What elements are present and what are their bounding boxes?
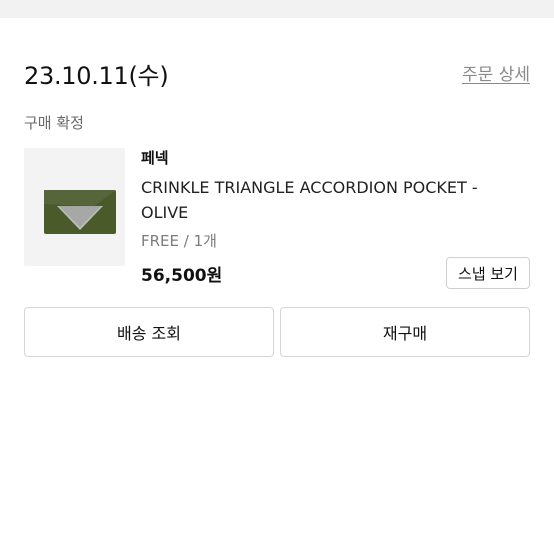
order-header: 23.10.11(수) 주문 상세 (24, 56, 530, 90)
product-price: 56,500원 (141, 266, 223, 286)
product-option: FREE / 1개 (141, 232, 217, 250)
product-brand[interactable]: 페넥 (141, 147, 169, 168)
track-delivery-button[interactable]: 배송 조회 (24, 307, 274, 357)
order-status: 구매 확정 (24, 114, 84, 132)
pouch-illustration (44, 190, 116, 234)
reorder-button[interactable]: 재구매 (280, 307, 530, 357)
top-separator (0, 0, 554, 18)
order-detail-link[interactable]: 주문 상세 (462, 60, 530, 85)
product-name[interactable]: CRINKLE TRIANGLE ACCORDION POCKET - OLIV… (141, 175, 521, 225)
snap-view-button[interactable]: 스냅 보기 (446, 257, 530, 289)
product-image[interactable] (24, 148, 125, 266)
order-date: 23.10.11(수) (24, 62, 169, 90)
